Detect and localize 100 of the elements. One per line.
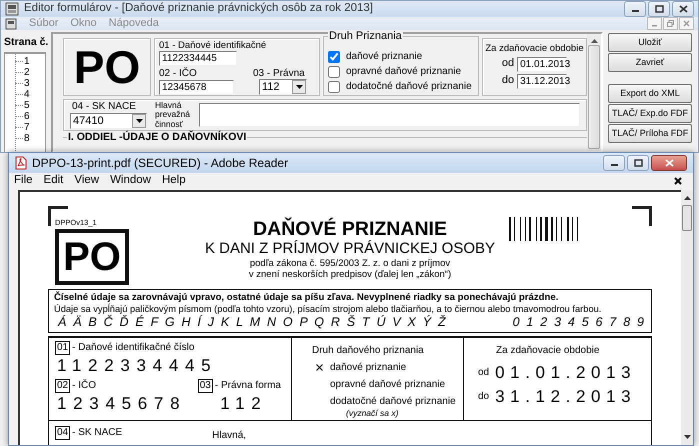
tree-item[interactable]: 5 [24, 100, 30, 111]
checkbox[interactable] [328, 66, 340, 78]
menu-item[interactable]: Window [110, 174, 151, 188]
maximize-button[interactable] [627, 155, 649, 171]
field-label: do [502, 74, 514, 88]
dropdown-button[interactable] [292, 80, 306, 94]
menu-item[interactable]: Help [162, 174, 186, 188]
section-title: I. ODDIEL -ÚDAJE O DAŇOVNÍKOVI [67, 131, 248, 144]
input-field[interactable]: 1122334445 [159, 51, 237, 66]
instruction-text: Číselné údaje sa zarovnávajú vpravo, ostatné údaje sa píšu zľava. Nevyplnené riadky sa ponechávajú prázdne. [54, 292, 560, 304]
corner-mark [632, 206, 652, 226]
field-value: 1122334445 [57, 354, 218, 377]
form-button[interactable]: Export do XML [608, 84, 692, 104]
text-area[interactable] [199, 103, 580, 128]
field-number: 03 [198, 378, 213, 393]
letter-sample: Á Ä B Č Ď É F G H Í J K L M N O P Q R Š T Ú V X Ý Ž [58, 314, 446, 330]
checkbox[interactable] [328, 80, 340, 93]
field-value: 112 [220, 392, 268, 415]
scrollbar[interactable] [681, 190, 693, 445]
menu-item[interactable]: File [14, 174, 33, 188]
combo-box[interactable]: 47410 [70, 113, 147, 130]
document-title: DAŇOVÉ PRIZNANIE [253, 219, 447, 240]
law-reference: podľa zákona č. 595/2003 Z. z. o dani z príjmov [250, 258, 450, 270]
field-label: Za zdaňovacie obdobie [496, 344, 600, 357]
input-field[interactable]: 31.12.2013 [517, 74, 568, 89]
scroll-thumb[interactable] [682, 205, 692, 231]
field-label: - Právna forma [214, 380, 281, 392]
checkbox-label: daňové priznanie [346, 50, 422, 63]
field-label: do [478, 391, 490, 404]
close-button[interactable] [672, 1, 694, 17]
hint-text: (vyznačí sa x) [346, 408, 400, 418]
field-number: 04 [55, 426, 70, 440]
tree-item[interactable]: 4 [24, 88, 30, 100]
minimize-button[interactable] [624, 1, 646, 17]
tree-item[interactable]: 3 [24, 78, 30, 89]
arrow-up-icon [684, 196, 690, 200]
field-label: - Daňové identifikačné číslo [72, 342, 194, 354]
caret-down-icon [296, 85, 302, 90]
option-label: opravné daňové priznanie [330, 378, 446, 391]
arrow-down-icon [684, 435, 690, 439]
group-title: Za zdaňovacie obdobie [485, 43, 584, 55]
close-icon [683, 20, 690, 28]
checkbox-label: opravné daňové priznanie [346, 66, 462, 78]
field-label: 04 - SK NACE [72, 101, 137, 114]
field-number: 01 [55, 340, 70, 355]
field-label: - IČO [72, 380, 96, 392]
tree-item[interactable]: 1 [24, 56, 30, 67]
field-label: Druh daňového priznania [312, 344, 425, 357]
close-icon[interactable] [674, 177, 682, 185]
window-title: DPPO-13-print.pdf (SECURED) - Adobe Reader [32, 156, 288, 170]
field-label: od [502, 57, 514, 71]
pdf-file-icon [15, 156, 27, 170]
field-label: 02 - IČO [159, 68, 198, 80]
field-label: Hlavná, [212, 430, 246, 442]
restore-icon [667, 20, 674, 28]
form-logo: PO [55, 229, 129, 285]
caret-down-icon [136, 119, 142, 124]
tree-item[interactable]: 2 [24, 66, 30, 78]
scroll-thumb[interactable] [588, 45, 600, 150]
form-button[interactable]: TLAČ/ Príloha FDF [608, 124, 692, 144]
window-title: Editor formulárov - [Daňové priznanie právnických osôb za rok 2013] [24, 2, 374, 16]
field-label: 01 - Daňové identifikačné [159, 40, 268, 52]
field-number: 02 [55, 378, 70, 393]
close-button[interactable] [651, 155, 687, 171]
form-button[interactable]: Zavrieť [608, 53, 692, 72]
scrollbar[interactable] [587, 34, 601, 152]
input-field[interactable]: 12345678 [159, 80, 234, 96]
tree-item[interactable]: 7 [24, 122, 30, 133]
checkbox-label: dodatočné daňové priznanie [346, 80, 472, 93]
combo-box[interactable]: 112 [259, 79, 307, 96]
close-icon [664, 159, 674, 167]
close-icon [678, 5, 688, 13]
instruction-text: Údaje sa vypĺňajú paličkovým písmom (podľa tohto vzoru), písacím strojom alebo tlačiarňou, a to čiernou alebo tmavomodrou farbou. [54, 304, 602, 315]
digit-sample: 0 1 2 3 4 5 6 7 8 9 [512, 314, 644, 330]
option-label: dodatočné daňové priznanie [330, 396, 456, 408]
field-label: od [478, 366, 490, 379]
tree-item[interactable]: 6 [24, 110, 30, 122]
dropdown-button[interactable] [132, 114, 146, 128]
maximize-icon [654, 5, 664, 13]
form-button[interactable]: TLAČ/ Exp.do FDF [608, 104, 692, 124]
menu-item[interactable]: View [74, 174, 100, 188]
barcode [509, 217, 579, 241]
checkbox[interactable] [328, 50, 340, 63]
minimize-button[interactable] [603, 155, 625, 171]
document-subtitle: K DANI Z PRÍJMOV PRÁVNICKEJ OSOBY [204, 240, 496, 258]
field-label: - SK NACE [72, 426, 122, 439]
form-logo: PO [74, 44, 140, 90]
tree-item[interactable]: 8 [24, 132, 30, 144]
menu-item[interactable]: Edit [44, 174, 64, 188]
field-label: Hlavná prevažná činnosť [155, 100, 191, 130]
input-field[interactable]: 01.01.2013 [517, 56, 568, 72]
document-icon [5, 18, 17, 30]
form-button[interactable]: Uložiť [608, 33, 692, 52]
law-reference: v znení neskorších predpisov (ďalej len „zákon“) [248, 269, 452, 280]
arrow-up-icon [590, 39, 598, 44]
option-label: daňové priznanie [330, 362, 406, 374]
field-value: 01.01.2013 [495, 362, 636, 384]
field-value: 31.12.2013 [495, 387, 636, 408]
field-label: 03 - Právna [253, 68, 306, 80]
maximize-button[interactable] [648, 1, 670, 17]
